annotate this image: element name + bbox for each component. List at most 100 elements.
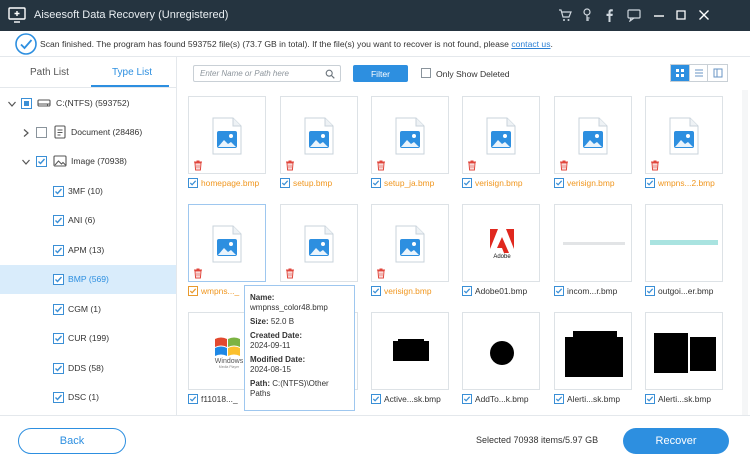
status-suffix: .: [550, 39, 553, 49]
file-thumbnail[interactable]: [554, 96, 632, 174]
tree-item-drive[interactable]: C:(NTFS) (593752): [0, 89, 176, 118]
file-checkbox[interactable]: [280, 178, 290, 188]
file-thumbnail[interactable]: [645, 204, 723, 282]
view-mode-group: [670, 64, 728, 82]
tree-item-type[interactable]: APM (13): [0, 236, 176, 265]
tooltip-path-label: Path:: [250, 379, 270, 388]
file-thumbnail[interactable]: [462, 312, 540, 390]
file-thumbnail[interactable]: [188, 204, 266, 282]
window-title: Aiseesoft Data Recovery (Unregistered): [34, 9, 229, 21]
only-show-deleted-label: Only Show Deleted: [436, 69, 510, 79]
search-input[interactable]: [194, 66, 319, 81]
file-thumbnail[interactable]: [462, 96, 540, 174]
image-checkbox[interactable]: [36, 156, 47, 167]
minimize-icon[interactable]: [650, 6, 668, 24]
tab-path-list[interactable]: Path List: [30, 67, 69, 78]
tree-item-type[interactable]: 3MF (10): [0, 177, 176, 206]
windows-logo-text: Windows: [215, 358, 244, 365]
tree-item-document[interactable]: Document (28486): [0, 118, 176, 147]
file-checkbox[interactable]: [554, 178, 564, 188]
recover-button[interactable]: Recover: [623, 428, 729, 454]
tree-item-label: Image (70938): [71, 156, 127, 166]
tooltip-name-row: Name: wmpnss_color48.bmp: [250, 293, 349, 313]
image-file-icon: [212, 117, 242, 155]
tree-item-type[interactable]: CGM (1): [0, 295, 176, 324]
left-panel: Path List Type List C:(NTFS) (593752) Do…: [0, 57, 177, 415]
file-checkbox[interactable]: [371, 286, 381, 296]
file-thumbnail[interactable]: [280, 96, 358, 174]
file-info-tooltip: Name: wmpnss_color48.bmp Size: 52.0 B Cre…: [244, 285, 355, 411]
tree-item-label: CUR (199): [68, 333, 110, 343]
file-thumbnail[interactable]: [554, 204, 632, 282]
file-toolbar: Filter Only Show Deleted: [178, 57, 750, 90]
type-checkbox[interactable]: [53, 304, 64, 315]
teal-bar-preview: [650, 240, 718, 245]
detail-view-icon[interactable]: [708, 65, 727, 81]
chevron-down-icon[interactable]: [21, 157, 31, 167]
file-thumbnail[interactable]: [188, 96, 266, 174]
maximize-icon[interactable]: [672, 6, 690, 24]
facebook-icon[interactable]: [600, 6, 618, 24]
contact-us-link[interactable]: contact us: [511, 39, 550, 49]
cart-icon[interactable]: [556, 6, 574, 24]
image-file-icon: [578, 117, 608, 155]
document-checkbox[interactable]: [36, 127, 47, 138]
tree-item-type[interactable]: DSC (1): [0, 383, 176, 412]
tab-type-list[interactable]: Type List: [112, 67, 152, 78]
chevron-right-icon[interactable]: [21, 128, 31, 138]
tree-item-image[interactable]: Image (70938): [0, 147, 176, 176]
filter-button[interactable]: Filter: [353, 65, 408, 82]
trash-icon: [194, 268, 202, 279]
tooltip-path-row: Path: C:(NTFS)\Other Paths: [250, 379, 349, 399]
close-icon[interactable]: [695, 6, 713, 24]
list-view-icon[interactable]: [690, 65, 709, 81]
file-thumbnail[interactable]: [645, 312, 723, 390]
file-checkbox[interactable]: [188, 178, 198, 188]
file-thumbnail[interactable]: [280, 204, 358, 282]
tree-item-label: ANI (6): [68, 215, 96, 225]
grid-scrollbar[interactable]: [742, 90, 748, 415]
type-checkbox[interactable]: [53, 333, 64, 344]
file-checkbox[interactable]: [188, 394, 198, 404]
file-name: Alerti...sk.bmp: [567, 394, 621, 404]
file-thumbnail[interactable]: [371, 96, 449, 174]
adobe-logo-icon: Adobe: [490, 229, 514, 259]
type-checkbox[interactable]: [53, 274, 64, 285]
tree-item-type-selected[interactable]: BMP (569): [0, 265, 176, 294]
windows-logo-icon: WindowsMedia Player: [215, 337, 244, 369]
tree-item-type[interactable]: CUR (199): [0, 324, 176, 353]
chevron-down-icon[interactable]: [7, 99, 17, 109]
file-checkbox[interactable]: [188, 286, 198, 296]
key-icon[interactable]: [578, 6, 596, 24]
file-checkbox[interactable]: [645, 394, 655, 404]
file-checkbox[interactable]: [554, 394, 564, 404]
file-thumbnail[interactable]: [645, 96, 723, 174]
file-checkbox[interactable]: [462, 394, 472, 404]
feedback-icon[interactable]: [625, 6, 643, 24]
file-thumbnail[interactable]: [371, 204, 449, 282]
type-checkbox[interactable]: [53, 186, 64, 197]
file-checkbox[interactable]: [462, 286, 472, 296]
file-checkbox[interactable]: [371, 178, 381, 188]
drive-checkbox[interactable]: [21, 98, 32, 109]
thumbnail-view-icon[interactable]: [671, 65, 690, 81]
type-checkbox[interactable]: [53, 363, 64, 374]
file-thumbnail[interactable]: [554, 312, 632, 390]
image-file-icon: [486, 117, 516, 155]
only-show-deleted-checkbox[interactable]: [421, 68, 431, 78]
file-checkbox[interactable]: [462, 178, 472, 188]
file-checkbox[interactable]: [554, 286, 564, 296]
type-checkbox[interactable]: [53, 215, 64, 226]
tree-item-type[interactable]: ANI (6): [0, 206, 176, 235]
file-thumbnail[interactable]: [371, 312, 449, 390]
type-checkbox[interactable]: [53, 392, 64, 403]
file-checkbox[interactable]: [371, 394, 381, 404]
search-icon[interactable]: [325, 69, 335, 79]
file-name: Active...sk.bmp: [384, 394, 441, 404]
file-checkbox[interactable]: [645, 286, 655, 296]
file-checkbox[interactable]: [645, 178, 655, 188]
type-checkbox[interactable]: [53, 245, 64, 256]
tree-item-type[interactable]: DDS (58): [0, 354, 176, 383]
back-button[interactable]: Back: [18, 428, 126, 454]
file-thumbnail[interactable]: Adobe: [462, 204, 540, 282]
